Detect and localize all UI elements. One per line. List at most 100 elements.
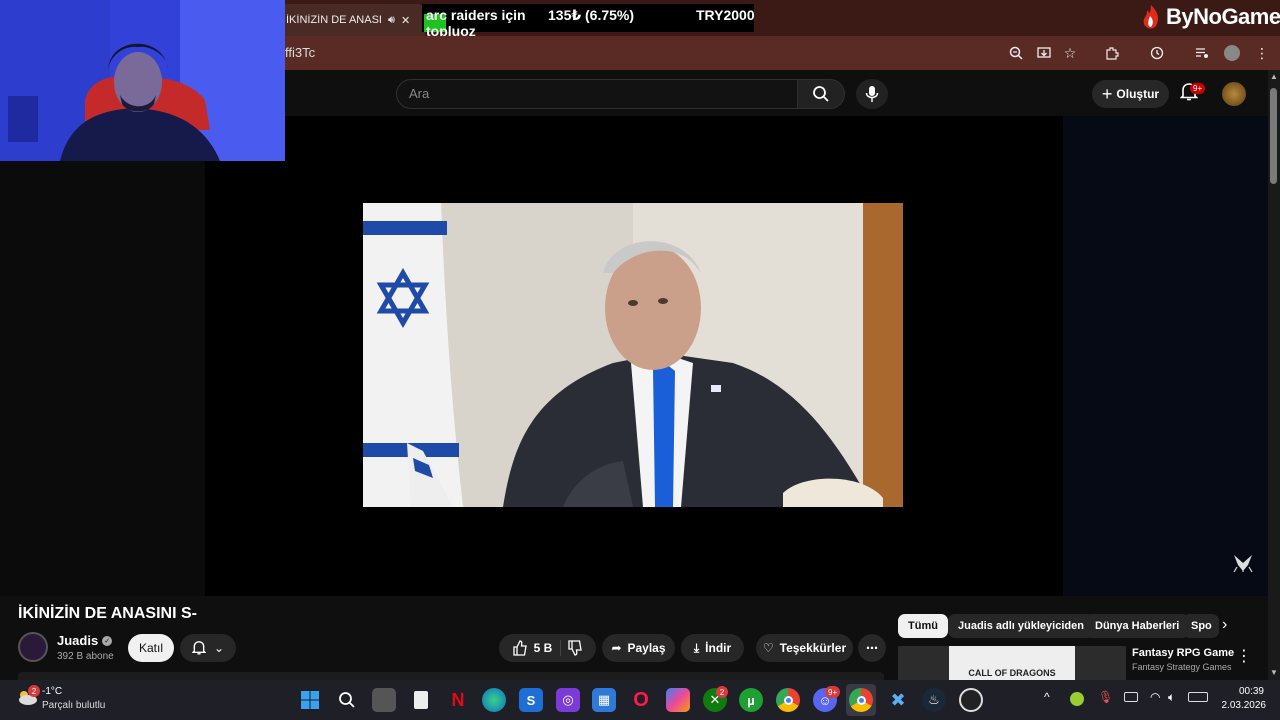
brand-name: ByNoGame <box>1166 4 1280 29</box>
chip-world-news[interactable]: Dünya Haberleri <box>1085 614 1190 638</box>
chip-all[interactable]: Tümü <box>898 614 948 638</box>
tab-close-icon[interactable]: ✕ <box>401 14 410 27</box>
share-label: Paylaş <box>627 641 666 655</box>
ticker-item-name: arc raiders için topluoz <box>426 7 526 39</box>
steam-icon[interactable]: ♨ <box>922 688 946 712</box>
thanks-button[interactable]: ♡ Teşekkürler <box>756 634 853 662</box>
voice-search-button[interactable] <box>856 79 888 109</box>
file-icon[interactable] <box>409 688 433 712</box>
keyboard-icon[interactable] <box>1124 692 1138 702</box>
discord-badge: 9+ <box>825 686 841 698</box>
chrome-icon[interactable] <box>776 688 800 712</box>
recommended-title[interactable]: Fantasy RPG Game <box>1132 647 1234 659</box>
share-icon: ➦ <box>611 641 622 655</box>
ticker-change: 135₺ (6.75%) <box>548 7 635 23</box>
store-icon[interactable]: ▦ <box>592 688 616 712</box>
task-view-icon[interactable] <box>372 688 396 712</box>
weather-desc[interactable]: Parçalı bulutlu <box>42 700 105 711</box>
notification-count-badge: 9+ <box>1190 83 1206 94</box>
opera-icon[interactable]: O <box>629 688 653 712</box>
search-input[interactable]: Ara <box>396 79 798 109</box>
url-text[interactable]: ffi3Tc <box>285 45 315 60</box>
extensions-icon[interactable] <box>1102 43 1122 63</box>
heart-dollar-icon: ♡ <box>762 641 774 655</box>
streamer-webcam <box>0 0 285 161</box>
tray-app-icon[interactable] <box>1070 692 1084 706</box>
bookmark-star-icon[interactable]: ☆ <box>1060 43 1080 63</box>
channel-name[interactable]: Juadis <box>57 633 98 648</box>
obs-icon[interactable] <box>959 688 983 712</box>
battery-icon[interactable] <box>1188 692 1208 702</box>
recommended-channel: Fantasy Strategy Games <box>1132 662 1232 672</box>
more-actions-button[interactable]: ⋯ <box>858 634 886 662</box>
download-label: İndir <box>705 641 732 655</box>
stream-ticker-overlay: arc raiders için topluoz 135₺ (6.75%) TRY… <box>422 4 755 39</box>
copilot-icon[interactable] <box>666 688 690 712</box>
thumbs-up-icon <box>513 640 527 656</box>
account-avatar[interactable] <box>1222 82 1246 106</box>
verified-check-icon: ✓ <box>102 635 113 646</box>
page-background-left <box>0 116 205 596</box>
recommended-thumbnail[interactable]: CALL OF DRAGONS <box>949 646 1075 680</box>
taskbar-date[interactable]: 2.03.2026 <box>1220 700 1267 711</box>
chip-from-uploader[interactable]: Juadis adlı yükleyiciden <box>948 614 1094 638</box>
chip-sports[interactable]: Spo <box>1183 614 1219 638</box>
app-purple-icon[interactable]: ◎ <box>556 688 580 712</box>
tab-title: İKİNİZİN DE ANASINI <box>286 14 382 26</box>
app-s-icon[interactable]: S <box>519 688 543 712</box>
download-button[interactable]: ⤓ İndir <box>681 634 744 662</box>
tray-overflow-chevron-icon[interactable]: ^ <box>1044 690 1050 704</box>
create-label: Oluştur <box>1116 87 1160 101</box>
search-icon <box>813 86 829 102</box>
windows-start-icon[interactable] <box>298 688 322 712</box>
like-dislike-group: 5 B <box>499 634 596 662</box>
browser-tab[interactable]: İKİNİZİN DE ANASINI 🔊︎ ✕ <box>280 4 425 36</box>
video-title: İKİNİZİN DE ANASINI S- <box>18 605 197 622</box>
media-control-icon[interactable] <box>1192 43 1212 63</box>
share-button[interactable]: ➦ Paylaş <box>602 634 675 662</box>
chevron-down-icon: ⌄ <box>213 641 225 655</box>
edge-icon[interactable] <box>482 688 506 712</box>
join-button[interactable]: Katıl <box>128 634 174 662</box>
description-box-edge <box>18 672 884 680</box>
dislike-button[interactable] <box>567 640 583 656</box>
tab-audio-icon[interactable]: 🔊︎ <box>388 14 395 27</box>
weather-temp[interactable]: -1°C <box>42 686 62 697</box>
chrome-active-icon[interactable] <box>849 688 873 712</box>
recommended-menu-icon[interactable]: ⋮ <box>1236 646 1252 666</box>
bell-icon <box>191 641 206 655</box>
netflix-icon[interactable]: N <box>446 688 470 712</box>
utorrent-icon[interactable]: µ <box>739 688 763 712</box>
channel-name-row[interactable]: Juadis ✓ <box>57 633 113 648</box>
profile-icon[interactable] <box>1222 43 1242 63</box>
chevron-right-icon[interactable]: › <box>1222 616 1240 638</box>
app-x-icon[interactable]: ✖ <box>886 688 910 712</box>
thanks-label: Teşekkürler <box>779 641 847 655</box>
xbox-badge: 2 <box>716 686 728 698</box>
subscription-notify-button[interactable]: ⌄ <box>180 634 236 662</box>
like-count: 5 B <box>533 641 553 655</box>
channel-avatar[interactable] <box>18 632 48 662</box>
like-button[interactable]: 5 B <box>512 640 562 656</box>
history-icon[interactable] <box>1147 43 1167 63</box>
create-button[interactable]: + Oluştur <box>1092 80 1169 108</box>
search-button[interactable] <box>797 79 845 109</box>
tray-mic-icon[interactable]: 🎙︎ <box>1098 690 1113 704</box>
zoom-icon[interactable] <box>1006 43 1026 63</box>
page-background-right <box>1063 116 1268 596</box>
browser-menu-icon[interactable]: ⋮ <box>1252 43 1272 63</box>
taskbar-search-icon[interactable] <box>335 688 359 712</box>
ticker-total: TRY2000 <box>696 7 755 23</box>
install-app-icon[interactable] <box>1034 43 1054 63</box>
scroll-up-icon[interactable]: ▲ <box>1268 72 1280 84</box>
taskbar-time[interactable]: 00:39 <box>1232 686 1264 697</box>
video-frame-image <box>363 203 903 507</box>
channel-watermark-icon[interactable] <box>1232 553 1254 573</box>
thumbs-down-icon <box>568 640 583 656</box>
volume-icon[interactable]: 🔈︎ <box>1168 690 1175 705</box>
scroll-down-icon[interactable]: ▼ <box>1268 668 1280 680</box>
download-icon: ⤓ <box>693 640 700 655</box>
scrollbar-thumb[interactable] <box>1270 88 1277 184</box>
wifi-icon[interactable]: ◠ <box>1150 690 1160 704</box>
plus-icon: + <box>1101 83 1113 104</box>
